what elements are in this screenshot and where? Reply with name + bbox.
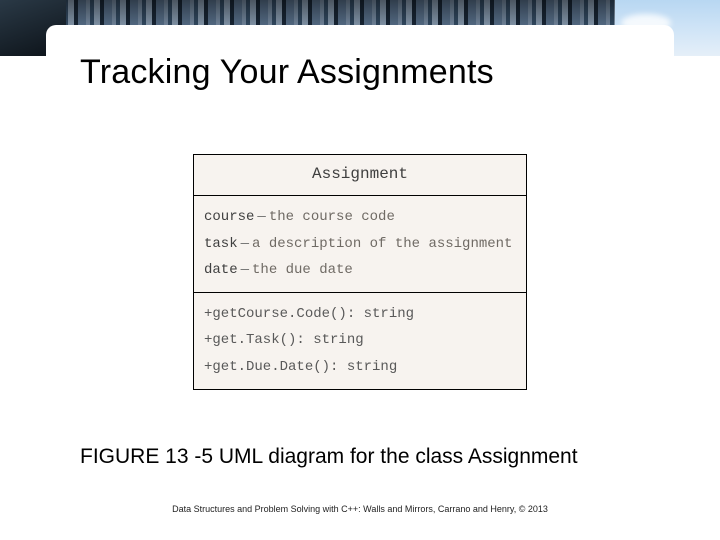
uml-attribute-desc: the course code <box>269 209 395 225</box>
uml-attribute-row: date—the due date <box>204 257 516 284</box>
uml-attribute-desc: the due date <box>252 262 353 278</box>
uml-attribute-row: task—a description of the assignment <box>204 231 516 258</box>
uml-attribute-name: task <box>204 236 238 252</box>
uml-attribute-row: course—the course code <box>204 204 516 231</box>
uml-operation-row: +getCourse.Code(): string <box>204 301 516 328</box>
uml-attributes-compartment: course—the course code task—a descriptio… <box>194 195 526 292</box>
em-dash: — <box>238 262 252 278</box>
footer-credit: Data Structures and Problem Solving with… <box>46 504 674 514</box>
uml-operation-row: +get.Due.Date(): string <box>204 354 516 381</box>
uml-diagram-container: Assignment course—the course code task—a… <box>46 154 674 390</box>
uml-attribute-desc: a description of the assignment <box>252 236 512 252</box>
uml-operation-row: +get.Task(): string <box>204 327 516 354</box>
slide-content-card: Tracking Your Assignments Assignment cou… <box>46 25 674 540</box>
uml-attribute-name: course <box>204 209 254 225</box>
uml-attribute-name: date <box>204 262 238 278</box>
uml-operations-compartment: +getCourse.Code(): string +get.Task(): s… <box>194 292 526 389</box>
slide-title: Tracking Your Assignments <box>80 53 674 92</box>
uml-class-name: Assignment <box>194 155 526 195</box>
em-dash: — <box>254 209 268 225</box>
uml-class-box: Assignment course—the course code task—a… <box>193 154 527 390</box>
figure-caption: FIGURE 13 -5 UML diagram for the class A… <box>46 445 674 469</box>
em-dash: — <box>238 236 252 252</box>
